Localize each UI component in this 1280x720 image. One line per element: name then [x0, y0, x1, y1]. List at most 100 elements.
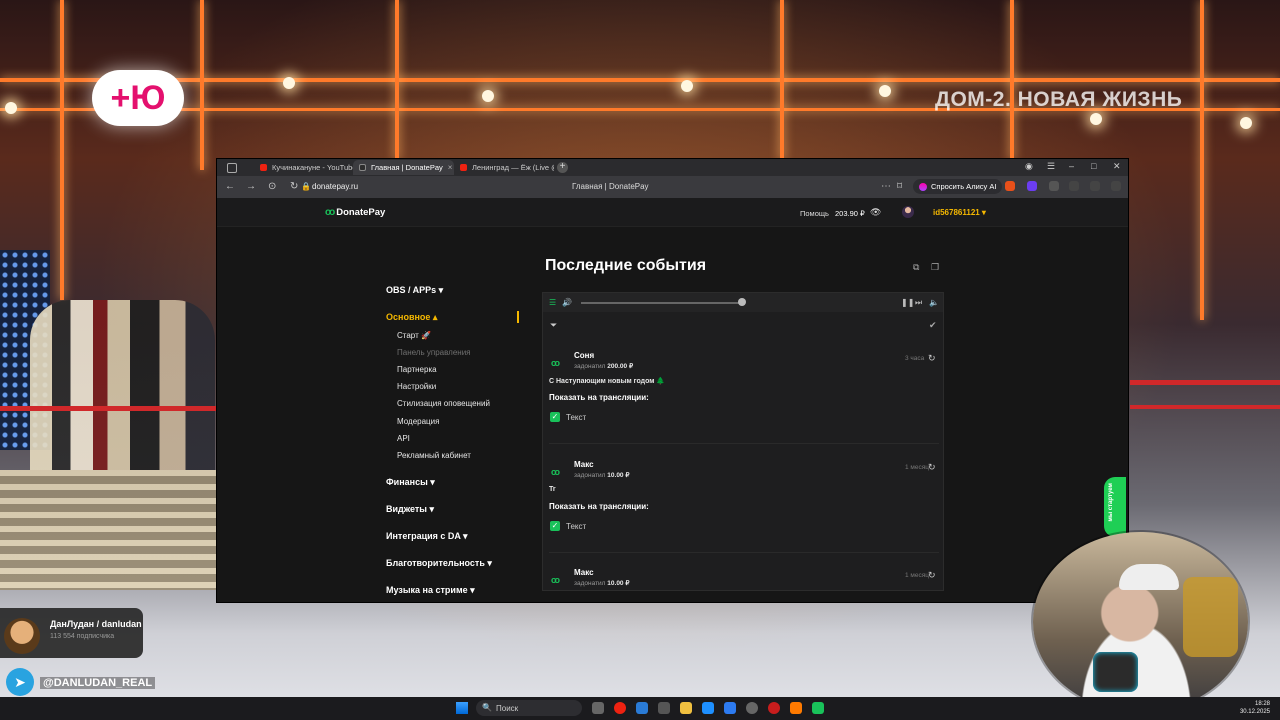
donation-info: задонатил 200.00 ₽ — [574, 362, 633, 370]
volume-slider[interactable] — [581, 302, 741, 304]
text-checkbox[interactable]: ✓ — [550, 412, 560, 422]
app-icon[interactable] — [812, 702, 824, 714]
sidebar-section-finance[interactable]: Финансы ▾ — [386, 477, 435, 488]
sidebar-item-ads[interactable]: Рекламный кабинет — [397, 451, 471, 460]
light-pillar — [60, 0, 64, 300]
youtube-icon — [260, 164, 267, 171]
tab-group-button[interactable] — [221, 160, 243, 175]
volume-slider-handle[interactable] — [738, 298, 746, 306]
telegram-banner: ➤ @DANLUDAN_REAL — [0, 668, 156, 698]
app-icon[interactable] — [724, 702, 736, 714]
sidebar-section-obs[interactable]: OBS / APPs ▾ — [386, 285, 443, 296]
sidebar-item-start[interactable]: Старт 🚀 — [397, 331, 431, 340]
ask-alice-label: Спросить Алису AI — [931, 182, 997, 191]
audio-player: ☰ 🔊 ❚❚ ⏭ 🔈 — [543, 293, 943, 312]
sound-icon[interactable]: 🔈 — [929, 298, 939, 307]
sidebar-section-charity[interactable]: Благотворительность ▾ — [386, 558, 492, 569]
url-field[interactable]: donatepay.ru — [312, 182, 358, 191]
close-tab-icon[interactable]: × — [448, 163, 453, 172]
filter-icon[interactable]: ⏷ — [550, 320, 557, 331]
collections-icon[interactable] — [1090, 181, 1100, 191]
sidebar-active-indicator — [517, 311, 519, 323]
donatepay-logo[interactable]: oo DonatePay — [325, 207, 385, 218]
forward-icon[interactable]: → — [246, 181, 256, 192]
opera-icon[interactable] — [768, 702, 780, 714]
sidebar-item-settings[interactable]: Настройки — [397, 382, 436, 391]
text-checkbox[interactable]: ✓ — [550, 521, 560, 531]
external-link-icon[interactable]: ⧉ — [913, 262, 919, 273]
sidebar-section-main[interactable]: Основное ▴ — [386, 312, 437, 323]
taskbar: 🔍 Поиск 18:28 30.12.2025 — [0, 697, 1280, 720]
telegram-icon: ➤ — [6, 668, 34, 696]
extension-icon[interactable] — [1027, 181, 1037, 191]
app-icon[interactable] — [636, 702, 648, 714]
sidebar-item-alert-styles[interactable]: Стилизация оповещений — [397, 399, 490, 408]
vlc-icon[interactable] — [790, 702, 802, 714]
extension-icon[interactable] — [1005, 181, 1015, 191]
file-explorer-icon[interactable] — [680, 702, 692, 714]
tab-search-icon[interactable]: ◉ — [1025, 161, 1033, 172]
tab-label: Главная | DonatePay — [371, 163, 443, 172]
playlist-icon[interactable]: ☰ — [549, 298, 556, 307]
pause-icon[interactable]: ❚❚ — [901, 298, 914, 307]
app-icon[interactable] — [658, 702, 670, 714]
tab-donatepay[interactable]: Главная | DonatePay × — [353, 160, 454, 175]
menu-icon[interactable]: ☰ — [1047, 161, 1055, 172]
user-menu[interactable]: id567861121 ▾ — [933, 208, 986, 217]
lamp — [681, 80, 693, 92]
channel-avatar — [4, 618, 40, 654]
bookmark-icon[interactable]: ⌑ — [897, 181, 902, 192]
settings-icon[interactable] — [746, 702, 758, 714]
events-panel: ☰ 🔊 ❚❚ ⏭ 🔈 ⏷ ✔ oo Соня задонатил 200.00 … — [542, 292, 944, 591]
volume-icon[interactable]: 🔊 — [562, 298, 572, 307]
tab-youtube[interactable]: Кучинакануне - YouTube — [254, 160, 357, 175]
replay-icon[interactable]: ↻ — [928, 570, 936, 581]
task-view-icon[interactable] — [592, 702, 604, 714]
new-tab-button[interactable]: + — [557, 162, 568, 173]
eye-icon[interactable]: 👁 — [870, 207, 881, 218]
minimize-icon[interactable]: – — [1069, 161, 1074, 171]
sidebar-item-api[interactable]: API — [397, 434, 410, 443]
divider — [549, 552, 939, 553]
replay-icon[interactable]: ↻ — [928, 353, 936, 364]
skip-icon[interactable]: ⏭ — [915, 298, 922, 308]
yandex-icon[interactable]: ⊙ — [268, 181, 276, 192]
taskbar-search[interactable]: 🔍 Поиск — [476, 700, 582, 716]
avatar[interactable] — [902, 206, 914, 218]
sidebar-section-music[interactable]: Музыка на стриме ▾ — [386, 585, 475, 596]
lamp — [482, 90, 494, 102]
event-time: 1 месяц — [905, 572, 929, 579]
windows-start-icon[interactable] — [456, 702, 468, 714]
app-icon[interactable] — [702, 702, 714, 714]
tab-leningrad[interactable]: Ленинград — Ёж (Live @ — [454, 160, 554, 175]
sidebar-section-widgets[interactable]: Виджеты ▾ — [386, 504, 434, 515]
help-link[interactable]: Помощь — [800, 209, 829, 218]
ask-alice-button[interactable]: Спросить Алису AI — [913, 179, 1003, 194]
copy-icon[interactable]: ❐ — [931, 262, 939, 273]
site-header: oo DonatePay Помощь 203.90 ₽ 👁 id5678611… — [217, 198, 1128, 227]
close-window-icon[interactable]: ✕ — [1113, 161, 1121, 172]
extensions-icon[interactable] — [1069, 181, 1079, 191]
more-icon[interactable]: ⋯ — [881, 181, 891, 192]
telegram-handle: @DANLUDAN_REAL — [40, 677, 156, 689]
reload-icon[interactable]: ↻ — [290, 181, 298, 192]
lock-icon: 🔒 — [301, 182, 311, 191]
donation-info: задонатил 10.00 ₽ — [574, 579, 630, 587]
system-clock[interactable]: 18:28 30.12.2025 — [1228, 700, 1270, 716]
sidebar-item-dashboard[interactable]: Панель управления — [397, 348, 471, 357]
extension-icon[interactable] — [1049, 181, 1059, 191]
back-icon[interactable]: ← — [225, 181, 235, 192]
yandex-browser-icon[interactable] — [614, 702, 626, 714]
donatepay-icon — [359, 164, 366, 171]
maximize-icon[interactable]: □ — [1091, 161, 1096, 171]
sidebar-item-moderation[interactable]: Модерация — [397, 417, 439, 426]
sidebar-section-da-integration[interactable]: Интеграция с DA ▾ — [386, 531, 468, 542]
donation-info: задонатил 10.00 ₽ — [574, 471, 630, 479]
webcam-overlay — [1033, 532, 1248, 712]
downloads-icon[interactable] — [1111, 181, 1121, 191]
channel-logo: +Ю — [92, 70, 184, 126]
replay-icon[interactable]: ↻ — [928, 462, 936, 473]
sidebar-item-partners[interactable]: Партнерка — [397, 365, 437, 374]
search-placeholder: Поиск — [496, 704, 519, 713]
mark-all-icon[interactable]: ✔ — [929, 320, 937, 331]
